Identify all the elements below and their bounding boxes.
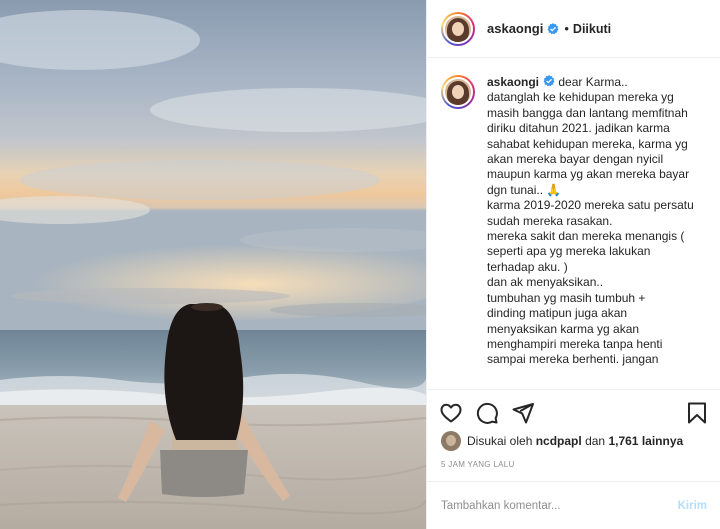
caption-text: askaongi dear Karma.. datanglah ke kehid… — [487, 75, 707, 389]
likes-middle: dan — [585, 434, 606, 448]
liker-username[interactable]: ncdpapl — [536, 434, 582, 448]
caption-line: dan ak menyaksikan.. — [487, 275, 604, 290]
caption-author-username[interactable]: askaongi — [487, 75, 539, 89]
header-separator: • — [564, 21, 569, 36]
caption-line: sudah mereka rasakan. — [487, 213, 613, 228]
caption-line: mereka sakit dan mereka menangis ( — [487, 229, 685, 244]
follow-status-button[interactable]: Diikuti — [573, 22, 611, 36]
caption-line: dinding matipun juga akan — [487, 306, 628, 321]
caption-line: menghampiri mereka tanpa henti — [487, 336, 663, 351]
caption-line: dgn tunai.. 🙏 — [487, 182, 562, 197]
author-username[interactable]: askaongi — [487, 21, 543, 36]
caption-line: karma 2019-2020 mereka satu persatu — [487, 198, 694, 213]
post-header: askaongi • Diikuti — [427, 0, 720, 58]
post-comment-button[interactable]: Kirim — [678, 500, 707, 512]
caption-line: diriku ditahun 2021. jadikan karma — [487, 121, 670, 136]
likes-summary: Disukai oleh ncdpapl dan 1,761 lainnya — [441, 431, 683, 451]
likes-prefix: Disukai oleh — [467, 434, 533, 448]
caption-line: sampai mereka berhenti. jangan — [487, 352, 659, 367]
caption-line: masih bangga dan lantang memfitnah — [487, 105, 688, 120]
author-avatar[interactable] — [441, 11, 475, 46]
post-photo[interactable] — [0, 0, 426, 529]
caption-author-avatar[interactable] — [441, 75, 475, 109]
comment-input[interactable] — [441, 499, 678, 512]
comment-icon[interactable] — [475, 401, 499, 425]
post-timestamp[interactable]: 5 JAM YANG LALU — [441, 460, 515, 469]
caption-section: askaongi dear Karma.. datanglah ke kehid… — [427, 59, 720, 389]
verified-badge-icon — [547, 22, 559, 34]
comment-box: Kirim — [427, 481, 720, 529]
caption-line: tumbuhan yg masih tumbuh + — [487, 290, 646, 305]
bookmark-icon[interactable] — [685, 401, 709, 425]
caption-line: menyaksikan karma yg akan — [487, 321, 640, 336]
caption-line: dear Karma.. — [558, 75, 628, 89]
post-actions-bar — [427, 389, 720, 435]
liker-avatar[interactable] — [441, 431, 461, 451]
caption-line: datanglah ke kehidupan mereka yg — [487, 90, 674, 105]
send-icon[interactable] — [511, 401, 535, 425]
verified-badge-icon — [543, 75, 555, 87]
caption-line: maupun karma yg akan mereka bayar — [487, 167, 690, 182]
caption-line: akan mereka bayar dengan nyicil — [487, 152, 664, 167]
caption-line: seperti apa yg mereka lakukan — [487, 244, 651, 259]
caption-line: terhadap aku. ) — [487, 259, 568, 274]
likes-count-link[interactable]: 1,761 lainnya — [608, 434, 683, 448]
post-side-panel: askaongi • Diikuti askaongi dear Karma..… — [426, 0, 720, 529]
caption-line: sahabat kehidupan mereka, karma yg — [487, 136, 688, 151]
heart-icon[interactable] — [439, 401, 463, 425]
